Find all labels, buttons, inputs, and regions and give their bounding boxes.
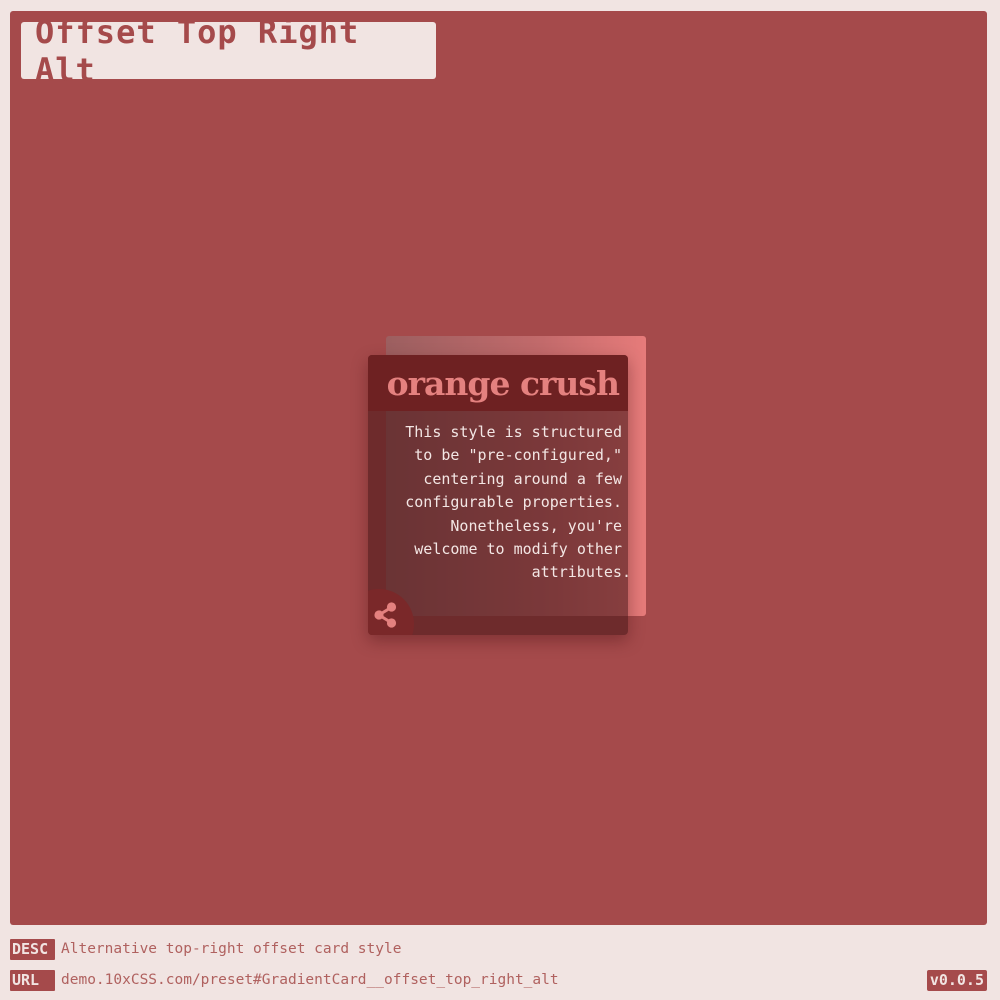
desc-text: Alternative top-right offset card style: [61, 941, 402, 957]
card-header: orange crush: [368, 355, 628, 411]
url-link[interactable]: demo.10xCSS.com/preset#GradientCard__off…: [61, 970, 559, 991]
card-body-line: centering around a few: [423, 469, 622, 488]
card-body-line: This style is structured: [405, 423, 622, 441]
url-label: URL: [10, 970, 55, 991]
share-icon[interactable]: [372, 600, 400, 630]
page-title: Offset Top Right Alt: [35, 12, 360, 89]
version-badge: v0.0.5: [926, 970, 987, 991]
gradient-card: orange crush This style is structured to…: [368, 355, 628, 635]
card-body-line: welcome to modify other: [414, 540, 622, 559]
card-body: This style is structured to be "pre-conf…: [387, 421, 628, 585]
page-title-box: Offset Top Right Alt: [21, 13, 436, 89]
card-body-line: to be "pre-configured,": [414, 446, 622, 465]
card-title: orange crush: [386, 363, 620, 403]
card-body-line: configurable properties.: [405, 493, 622, 512]
card-body-line: Nonetheless, you're: [450, 516, 622, 535]
card-body-line: attributes.: [531, 563, 628, 582]
desc-label: DESC: [10, 939, 55, 960]
